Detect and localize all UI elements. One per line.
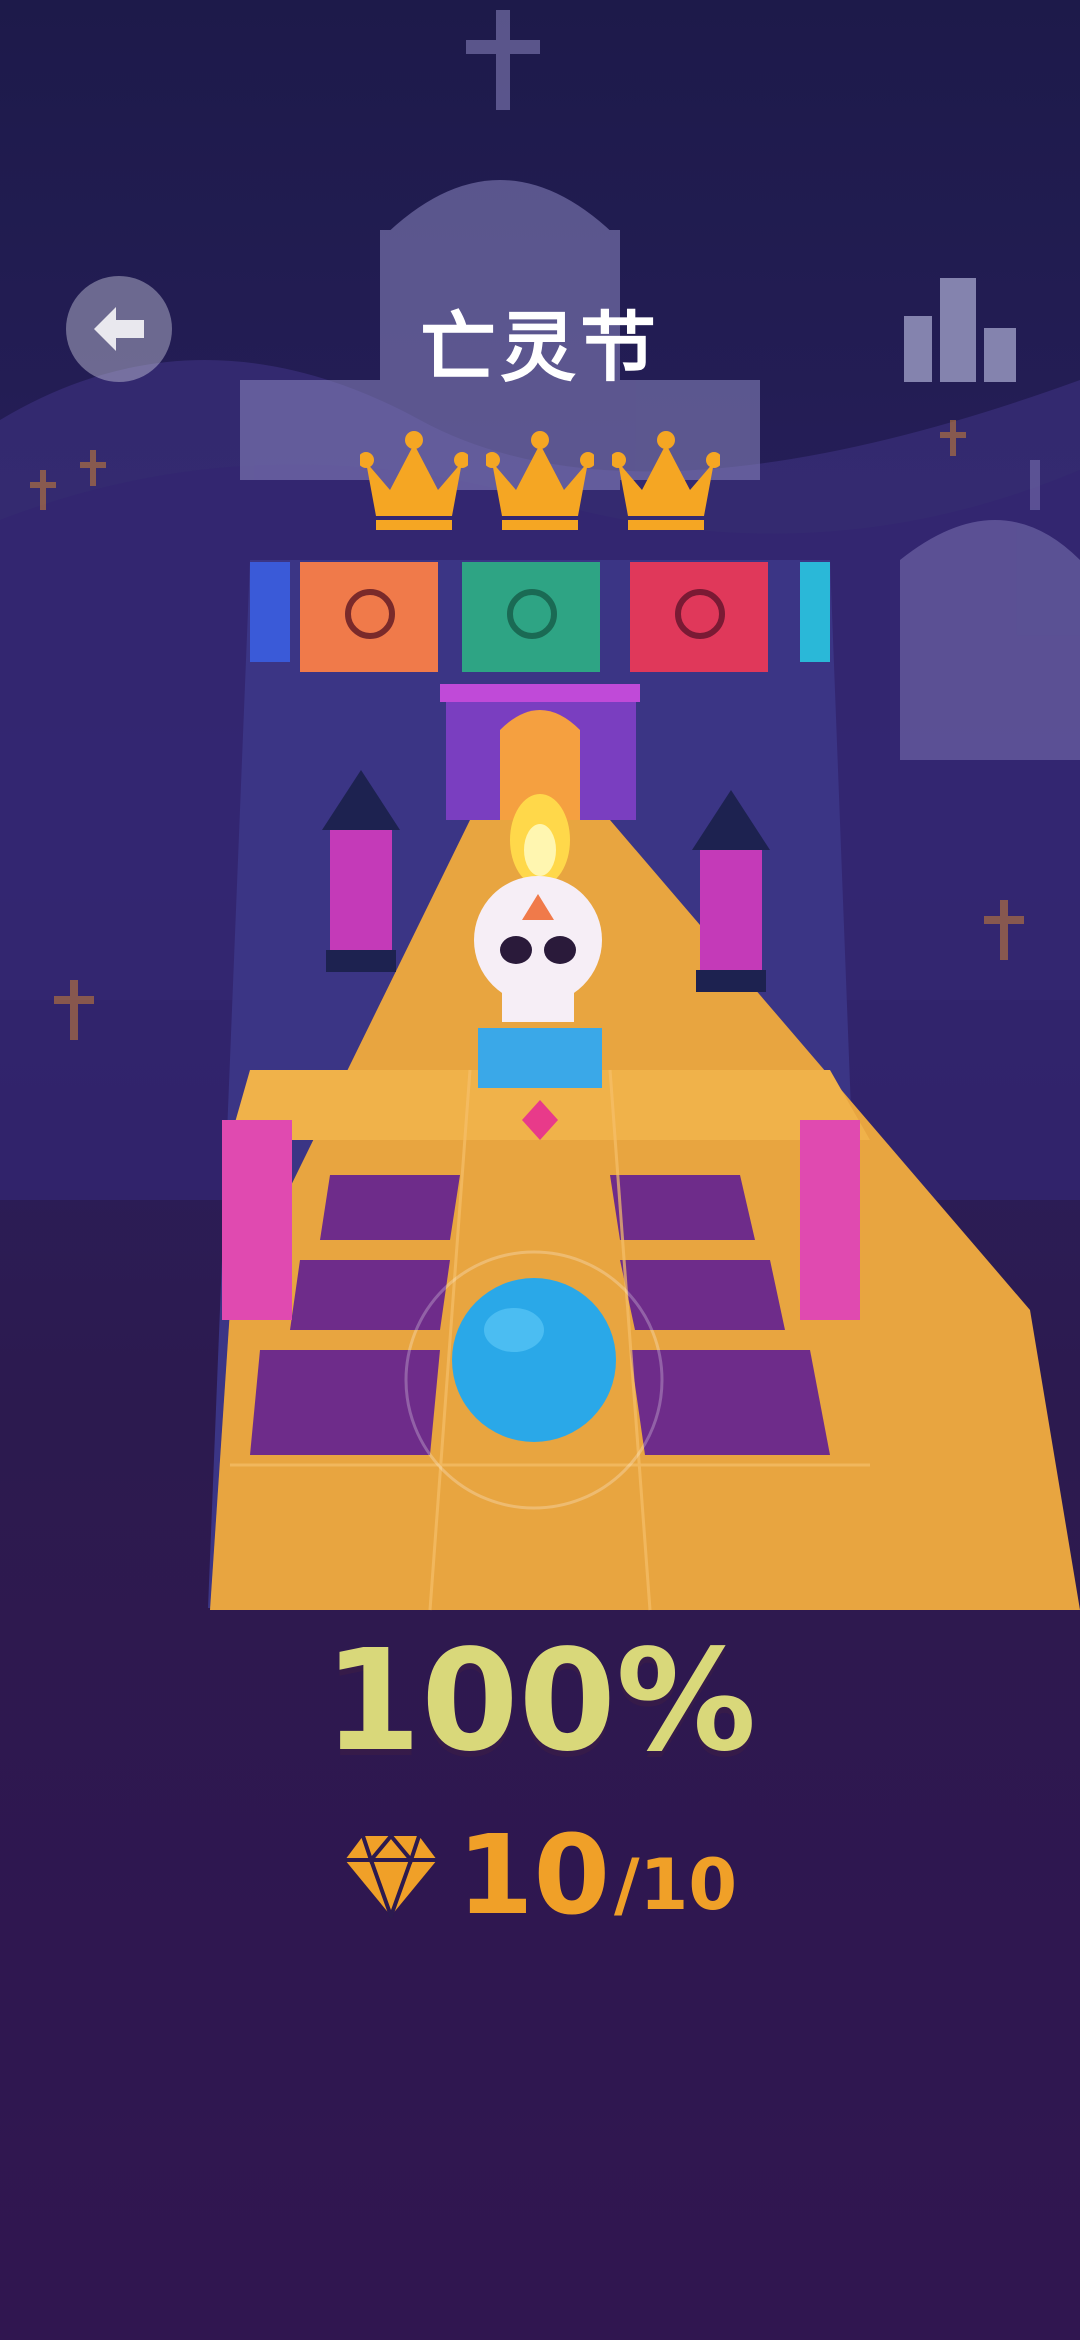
gems-separator: / (614, 1844, 640, 1926)
diamond-icon (344, 1832, 437, 1918)
gems-collected: 10 (456, 1811, 611, 1939)
papel-picado-banner (462, 562, 600, 672)
gems-total: 10 (639, 1844, 738, 1926)
gem-counter: 10 / 10 (0, 1810, 1080, 1930)
papel-picado-banner (630, 562, 768, 672)
papel-picado-banner (300, 562, 438, 672)
level-preview[interactable] (0, 0, 1080, 1620)
progress-percent: 100% (323, 1620, 757, 1783)
